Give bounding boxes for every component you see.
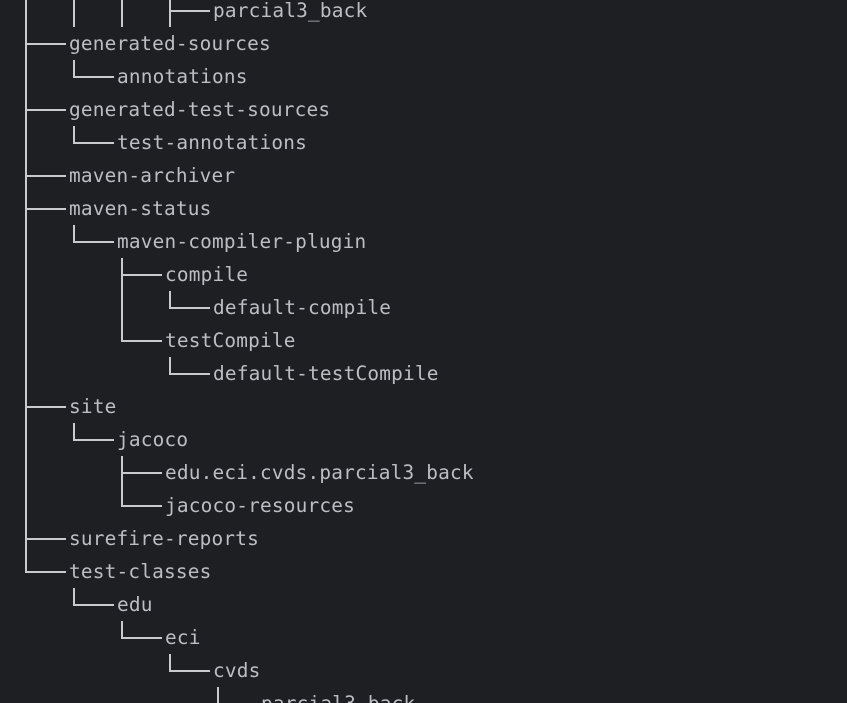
tree-guide-line — [25, 0, 27, 27]
tree-branch-connector — [25, 175, 66, 177]
tree-elbow-connector — [217, 687, 219, 703]
tree-guide-line — [25, 258, 27, 291]
tree-entry: site — [0, 390, 847, 423]
tree-branch-connector — [73, 604, 114, 606]
tree-entry-label: jacoco-resources — [165, 494, 355, 517]
tree-entry: testCompile — [0, 324, 847, 357]
tree-entry-label: jacoco — [117, 428, 189, 451]
tree-entry: parcial3_back — [0, 687, 847, 703]
tree-branch-connector — [169, 373, 210, 375]
tree-guide-line — [25, 60, 27, 93]
tree-elbow-connector — [73, 423, 75, 440]
tree-elbow-connector — [73, 588, 75, 605]
tree-guide-line — [25, 225, 27, 258]
tree-entry: eci — [0, 621, 847, 654]
tree-entry-label: default-compile — [213, 296, 392, 319]
tree-elbow-connector — [121, 324, 123, 341]
tree-branch-connector — [169, 307, 210, 309]
tree-guide-line — [25, 324, 27, 357]
tree-branch-connector — [25, 109, 66, 111]
tree-entry-label: test-annotations — [117, 131, 307, 154]
tree-branch-connector — [169, 670, 210, 672]
tree-entry-label: generated-sources — [69, 32, 271, 55]
tree-branch-connector — [73, 439, 114, 441]
tree-guide-line — [25, 423, 27, 456]
tree-entry: maven-compiler-plugin — [0, 225, 847, 258]
terminal-output: parcial3_back generated-sources annotation… — [0, 0, 847, 703]
tree-branch-connector — [121, 637, 162, 639]
tree-guide-line — [25, 357, 27, 390]
tree-guide-line — [121, 0, 123, 27]
tree-branch-connector — [25, 571, 66, 573]
tree-entry-label: edu.eci.cvds.parcial3_back — [165, 461, 474, 484]
tree-tee-connector — [169, 0, 171, 27]
tree-entry: annotations — [0, 60, 847, 93]
tree-branch-connector — [25, 208, 66, 210]
tree-entry-label: testCompile — [165, 329, 296, 352]
tree-guide-line — [25, 126, 27, 159]
tree-branch-connector — [121, 505, 162, 507]
tree-elbow-connector — [121, 621, 123, 638]
tree-entry: jacoco-resources — [0, 489, 847, 522]
tree-elbow-connector — [169, 357, 171, 374]
tree-elbow-connector — [121, 489, 123, 506]
tree-entry: default-testCompile — [0, 357, 847, 390]
tree-entry: edu.eci.cvds.parcial3_back — [0, 456, 847, 489]
tree-entry: edu — [0, 588, 847, 621]
tree-entry-label: surefire-reports — [69, 527, 259, 550]
tree-entry: maven-archiver — [0, 159, 847, 192]
tree-branch-connector — [121, 340, 162, 342]
tree-entry-label: maven-compiler-plugin — [117, 230, 367, 253]
tree-elbow-connector — [73, 60, 75, 77]
tree-elbow-connector — [73, 126, 75, 143]
tree-entry: parcial3_back — [0, 0, 847, 27]
tree-entry-label: maven-status — [69, 197, 212, 220]
tree-entry: surefire-reports — [0, 522, 847, 555]
tree-entry-label: site — [69, 395, 117, 418]
tree-entry: test-classes — [0, 555, 847, 588]
tree-guide-line — [73, 0, 75, 27]
tree-elbow-connector — [25, 555, 27, 572]
tree-guide-line — [121, 291, 123, 324]
tree-entry-label: compile — [165, 263, 249, 286]
tree-branch-connector — [25, 406, 66, 408]
tree-elbow-connector — [169, 291, 171, 308]
tree-entry: cvds — [0, 654, 847, 687]
tree-guide-line — [25, 456, 27, 489]
tree-entry-label: maven-archiver — [69, 164, 236, 187]
tree-branch-connector — [121, 472, 162, 474]
tree-entry-label: default-testCompile — [213, 362, 439, 385]
tree-branch-connector — [73, 76, 114, 78]
tree-branch-connector — [25, 538, 66, 540]
tree-entry: generated-sources — [0, 27, 847, 60]
tree-entry-label: parcial3_back — [261, 687, 415, 703]
tree-branch-connector — [121, 274, 162, 276]
tree-entry-label: test-classes — [69, 560, 212, 583]
tree-entry-label: generated-test-sources — [69, 98, 331, 121]
tree-branch-connector — [73, 142, 114, 144]
tree-guide-line — [25, 489, 27, 522]
tree-branch-connector — [169, 10, 210, 12]
tree-entry: test-annotations — [0, 126, 847, 159]
tree-entry: jacoco — [0, 423, 847, 456]
tree-elbow-connector — [73, 225, 75, 242]
tree-entry: maven-status — [0, 192, 847, 225]
tree-branch-connector — [73, 241, 114, 243]
tree-entry-label: edu — [117, 593, 153, 616]
tree-branch-connector — [25, 43, 66, 45]
tree-entry-label: cvds — [213, 659, 261, 682]
tree-entry: generated-test-sources — [0, 93, 847, 126]
tree-elbow-connector — [169, 654, 171, 671]
tree-guide-line — [25, 291, 27, 324]
tree-entry-label: eci — [165, 626, 201, 649]
tree-entry: default-compile — [0, 291, 847, 324]
tree-entry-label: annotations — [117, 65, 248, 88]
tree-entry: compile — [0, 258, 847, 291]
tree-entry-label: parcial3_back — [213, 0, 368, 22]
